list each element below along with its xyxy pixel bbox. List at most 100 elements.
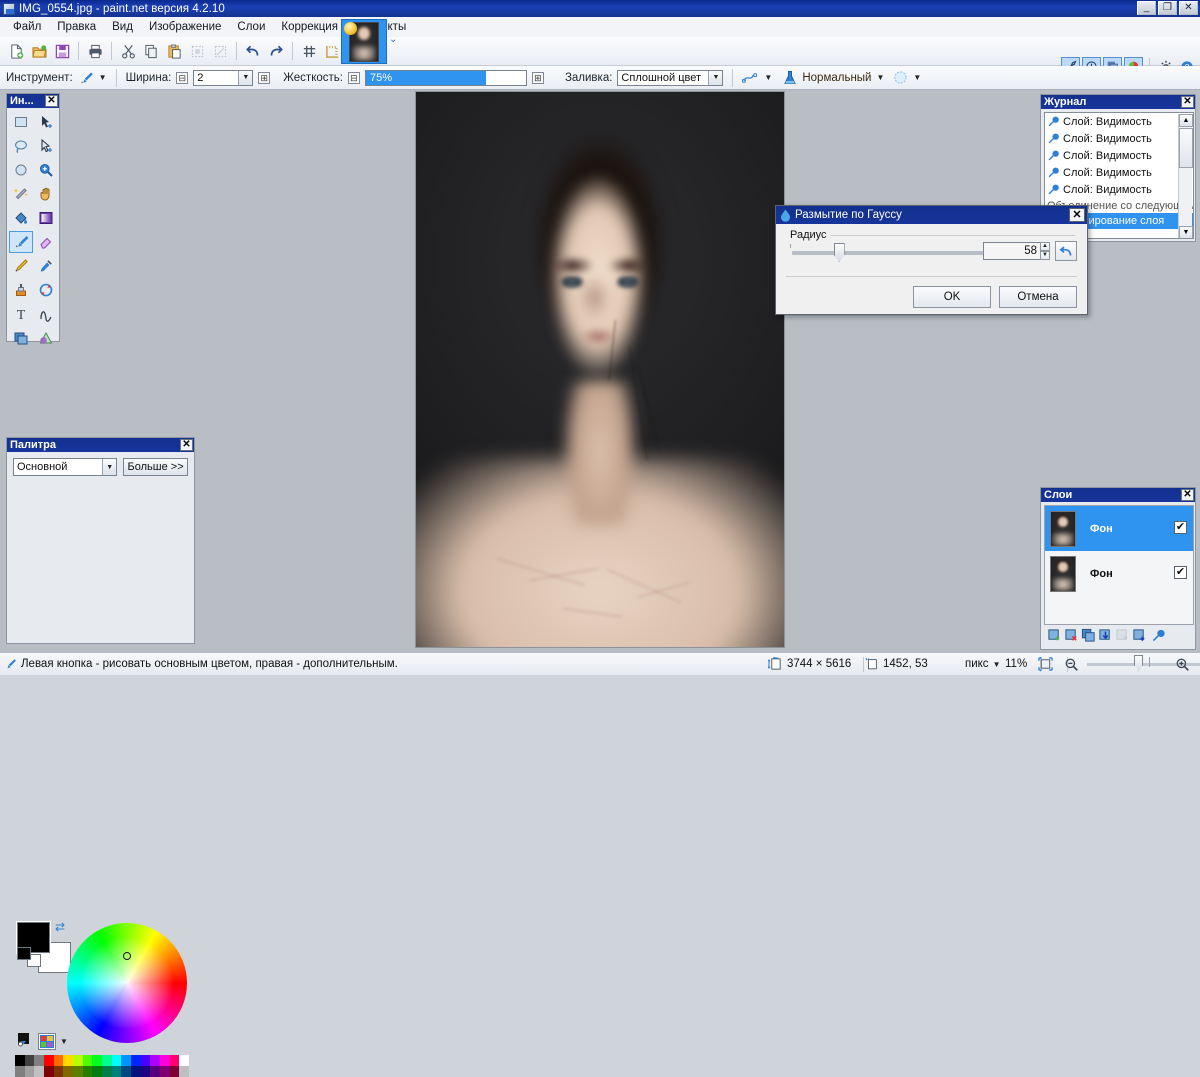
- pencil-tool[interactable]: [9, 255, 33, 277]
- rectangle-select-tool[interactable]: [9, 111, 33, 133]
- zoom-tool[interactable]: [34, 159, 58, 181]
- palette-swatch[interactable]: [63, 1055, 74, 1066]
- palette-swatch[interactable]: [82, 1055, 93, 1066]
- hardness-decrement-button[interactable]: ⊟: [347, 71, 360, 84]
- width-decrement-button[interactable]: ⊟: [176, 71, 189, 84]
- paste-icon[interactable]: [163, 40, 185, 62]
- palette-swatch[interactable]: [34, 1066, 45, 1077]
- fill-select[interactable]: Сплошной цвет ▼: [617, 69, 724, 86]
- palette-swatch[interactable]: [53, 1055, 64, 1066]
- print-icon[interactable]: [84, 40, 106, 62]
- alpha-dropdown-arrow[interactable]: ▼: [913, 73, 921, 82]
- zoom-slider-thumb[interactable]: [1134, 654, 1143, 672]
- pan-tool[interactable]: [34, 183, 58, 205]
- menu-adjustments[interactable]: Коррекция: [273, 19, 346, 35]
- scroll-down-button[interactable]: ▼: [1179, 226, 1193, 238]
- history-item[interactable]: Слой: Видимость: [1045, 113, 1193, 130]
- move-layer-up-icon[interactable]: [1115, 628, 1130, 646]
- palette-swatch[interactable]: [150, 1055, 161, 1066]
- palette-swatch[interactable]: [63, 1066, 74, 1077]
- palette-swatch[interactable]: [140, 1066, 151, 1077]
- color-picker-tool[interactable]: [34, 255, 58, 277]
- redo-icon[interactable]: [265, 40, 287, 62]
- grid-icon[interactable]: [298, 40, 320, 62]
- close-icon[interactable]: ✕: [45, 95, 58, 107]
- copy-icon[interactable]: [140, 40, 162, 62]
- rulers-icon[interactable]: [321, 40, 343, 62]
- zoom-out-icon[interactable]: [1064, 657, 1079, 672]
- radius-spinner[interactable]: ▲ ▼: [1040, 242, 1050, 260]
- palette-swatch[interactable]: [92, 1066, 103, 1077]
- palette-swatch[interactable]: [24, 1055, 35, 1066]
- palette-swatch[interactable]: [53, 1066, 64, 1077]
- palette-panel-titlebar[interactable]: Палитра ✕: [7, 438, 194, 452]
- palette-swatch[interactable]: [73, 1055, 83, 1066]
- palette-swatch[interactable]: [140, 1055, 151, 1066]
- palette-swatch[interactable]: [131, 1066, 141, 1077]
- close-button[interactable]: ✕: [1179, 1, 1198, 15]
- palette-swatch[interactable]: [111, 1066, 122, 1077]
- history-item[interactable]: Слой: Видимость: [1045, 130, 1193, 147]
- ok-button[interactable]: OK: [913, 286, 991, 308]
- zoom-in-icon[interactable]: [1175, 657, 1190, 672]
- image-canvas[interactable]: [415, 91, 785, 648]
- radius-spin-up[interactable]: ▲: [1040, 242, 1050, 251]
- layer-visibility-checkbox[interactable]: ✔: [1174, 521, 1187, 534]
- new-icon[interactable]: [5, 40, 27, 62]
- layer-properties-icon[interactable]: [1151, 628, 1166, 646]
- blend-mode-dropdown-arrow[interactable]: ▼: [876, 73, 884, 82]
- move-selected-tool[interactable]: [34, 111, 58, 133]
- color-mode-dropdown-arrow[interactable]: ▼: [102, 459, 117, 475]
- scroll-up-button[interactable]: ▲: [1179, 114, 1193, 127]
- menu-edit[interactable]: Правка: [49, 19, 104, 35]
- more-button[interactable]: Больше >>: [123, 458, 188, 476]
- chevron-down-icon[interactable]: ⌄: [389, 34, 397, 45]
- units-dropdown-arrow[interactable]: ▼: [993, 660, 1001, 669]
- close-icon[interactable]: ✕: [1069, 208, 1085, 222]
- swap-colors-icon[interactable]: ⇄: [55, 920, 65, 934]
- palette-row-light[interactable]: [15, 1055, 190, 1066]
- layer-visibility-checkbox[interactable]: ✔: [1174, 566, 1187, 579]
- duplicate-layer-icon[interactable]: [1081, 628, 1096, 646]
- palette-dropdown-arrow[interactable]: ▼: [60, 1037, 68, 1046]
- restore-button[interactable]: ❐: [1158, 1, 1177, 15]
- palette-swatch[interactable]: [44, 1055, 54, 1066]
- magic-wand-tool[interactable]: [9, 183, 33, 205]
- palette-swatch[interactable]: [169, 1055, 180, 1066]
- line-curve-tool[interactable]: [34, 303, 58, 325]
- width-dropdown-arrow[interactable]: ▼: [238, 70, 253, 85]
- antialiasing-icon[interactable]: [742, 71, 759, 85]
- palette-row-dark[interactable]: [15, 1066, 190, 1077]
- menu-file[interactable]: Файл: [5, 19, 49, 35]
- close-icon[interactable]: ✕: [1181, 489, 1194, 501]
- paintbrush-tool[interactable]: [9, 231, 33, 253]
- lasso-select-tool[interactable]: [9, 135, 33, 157]
- layers-list[interactable]: Фон ✔ Фон ✔: [1044, 505, 1194, 625]
- gradient-tool[interactable]: [34, 207, 58, 229]
- history-item[interactable]: Слой: Видимость: [1045, 181, 1193, 198]
- color-wheel[interactable]: [67, 923, 187, 1043]
- palette-swatch[interactable]: [102, 1055, 112, 1066]
- menu-layers[interactable]: Слои: [229, 19, 273, 35]
- fill-dropdown-arrow[interactable]: ▼: [708, 70, 723, 85]
- history-scrollbar[interactable]: ▲ ▼: [1178, 114, 1193, 238]
- palette-swatch[interactable]: [121, 1066, 132, 1077]
- menu-view[interactable]: Вид: [104, 19, 141, 35]
- shapes-tool[interactable]: [34, 327, 58, 349]
- palette-swatch[interactable]: [111, 1055, 122, 1066]
- radius-spin-down[interactable]: ▼: [1040, 251, 1050, 260]
- hardness-slider[interactable]: 75%: [364, 69, 527, 86]
- units-group[interactable]: пикс ▼: [965, 658, 1000, 670]
- palette-swatch[interactable]: [102, 1066, 112, 1077]
- zoom-level[interactable]: 11%: [1005, 658, 1027, 670]
- delete-layer-icon[interactable]: [1064, 628, 1079, 646]
- deselect-icon[interactable]: [209, 40, 231, 62]
- paint-bucket-tool[interactable]: [9, 207, 33, 229]
- palette-swatch[interactable]: [34, 1055, 45, 1066]
- color-wheel-cursor[interactable]: [123, 952, 131, 960]
- open-icon[interactable]: [28, 40, 50, 62]
- history-item[interactable]: Слой: Видимость: [1045, 164, 1193, 181]
- paintbrush-icon[interactable]: [78, 70, 94, 86]
- rectangle-shape-tool[interactable]: [9, 327, 33, 349]
- close-icon[interactable]: ✕: [1181, 96, 1194, 108]
